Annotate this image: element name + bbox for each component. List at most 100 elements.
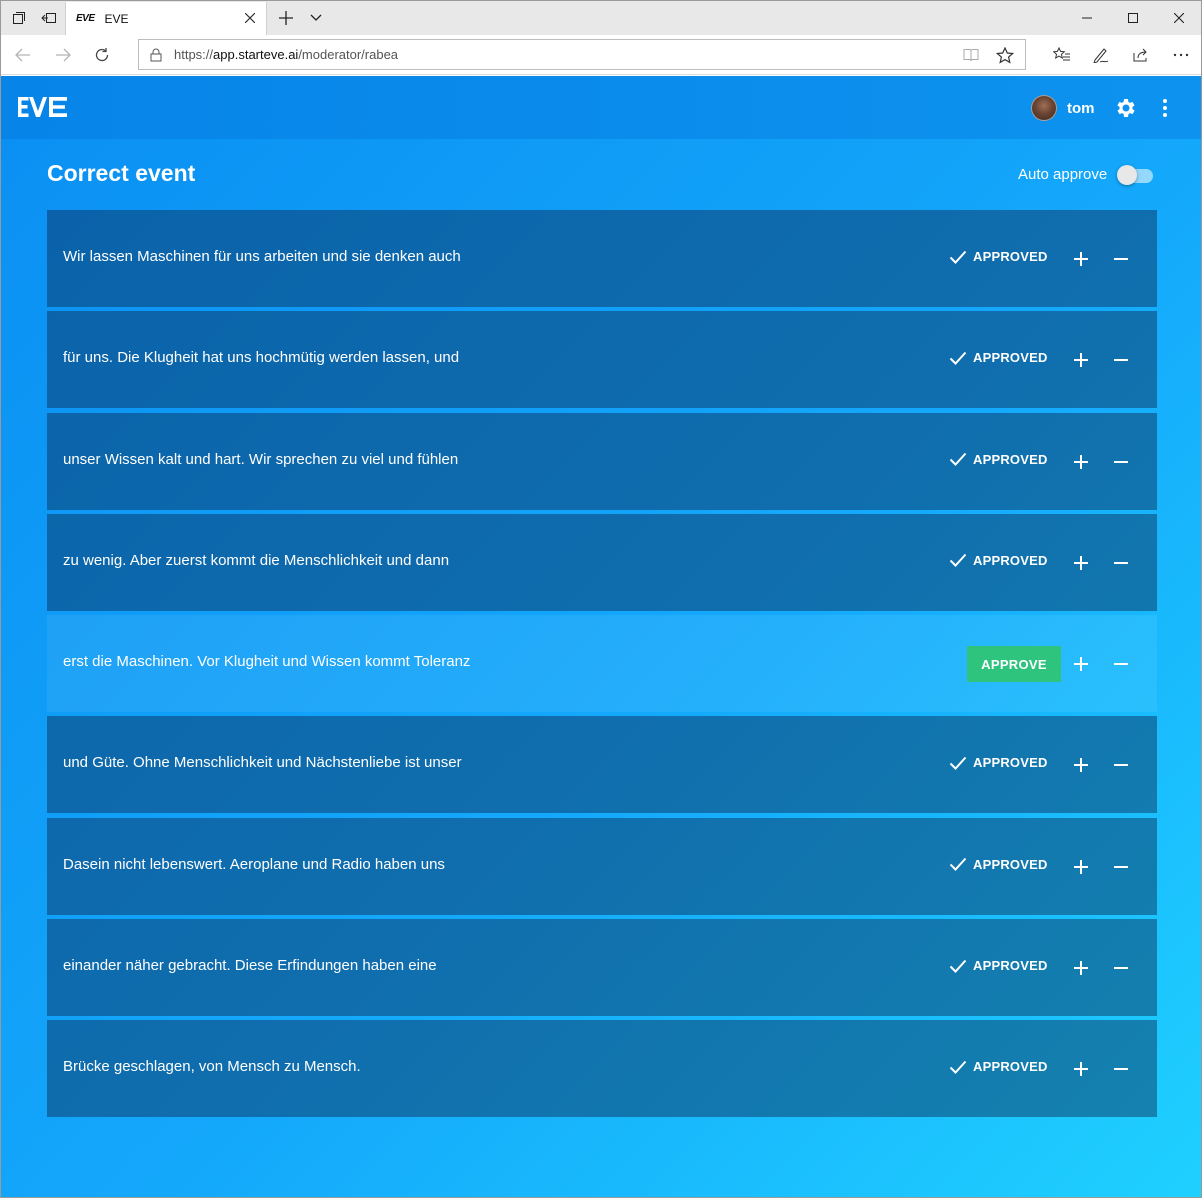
segment-row: zu wenig. Aber zuerst kommt die Menschli… — [47, 513, 1157, 611]
approved-status: APPROVED — [949, 755, 1048, 770]
plus-icon[interactable] — [1073, 251, 1089, 267]
segment-row: erst die Maschinen. Vor Klugheit und Wis… — [47, 615, 1157, 713]
tab-actions-icon[interactable] — [3, 1, 35, 35]
user-name: tom — [1067, 99, 1095, 117]
auto-approve-toggle[interactable] — [1117, 164, 1154, 185]
set-tabs-aside-icon[interactable] — [33, 1, 65, 35]
back-button[interactable] — [7, 39, 39, 71]
check-icon — [949, 250, 967, 264]
approved-status: APPROVED — [949, 857, 1048, 872]
pen-notes-icon[interactable] — [1085, 39, 1117, 71]
segment-row: einander näher gebracht. Diese Erfindung… — [47, 919, 1157, 1017]
segment-row: Wir lassen Maschinen für uns arbeiten un… — [47, 210, 1157, 307]
browser-titlebar: EVE EVE — [1, 1, 1201, 35]
minus-icon[interactable] — [1113, 757, 1129, 773]
segment-text[interactable]: und Güte. Ohne Menschlichkeit und Nächst… — [63, 754, 462, 771]
auto-approve-control: Auto approve — [1018, 164, 1154, 185]
url-text: https://app.starteve.ai/moderator/rabea — [174, 47, 398, 62]
segment-row: unser Wissen kalt und hart. Wir sprechen… — [47, 412, 1157, 510]
minus-icon[interactable] — [1113, 960, 1129, 976]
reading-view-icon[interactable] — [961, 46, 981, 64]
check-icon — [949, 959, 967, 973]
segment-text[interactable]: für uns. Die Klugheit hat uns hochmütig … — [63, 349, 459, 366]
user-menu[interactable]: tom — [1031, 95, 1095, 121]
check-icon — [949, 452, 967, 467]
plus-icon[interactable] — [1073, 1061, 1089, 1077]
share-icon[interactable] — [1125, 39, 1157, 71]
segment-row: für uns. Die Klugheit hat uns hochmütig … — [47, 311, 1157, 409]
minus-icon[interactable] — [1113, 1061, 1129, 1077]
minus-icon[interactable] — [1113, 859, 1129, 875]
tab-favicon: EVE — [76, 13, 95, 24]
segment-row: und Güte. Ohne Menschlichkeit und Nächst… — [47, 716, 1157, 814]
minus-icon[interactable] — [1113, 454, 1129, 470]
plus-icon[interactable] — [1073, 960, 1089, 976]
check-icon — [949, 1060, 967, 1074]
segment-text[interactable]: zu wenig. Aber zuerst kommt die Menschli… — [63, 552, 449, 569]
maximize-window-button[interactable] — [1110, 1, 1156, 35]
minus-icon[interactable] — [1113, 251, 1129, 267]
minimize-window-button[interactable] — [1064, 1, 1110, 35]
plus-icon[interactable] — [1073, 555, 1089, 571]
url-prefix: https:// — [174, 47, 214, 62]
more-options-icon[interactable] — [1165, 39, 1197, 71]
segment-row: Dasein nicht lebenswert. Aeroplane und R… — [47, 817, 1157, 915]
check-icon — [949, 756, 967, 770]
approved-status: APPROVED — [949, 1059, 1048, 1074]
approved-status: APPROVED — [949, 452, 1048, 467]
address-bar[interactable]: https://app.starteve.ai/moderator/rabea — [138, 39, 1026, 70]
avatar — [1031, 95, 1057, 121]
chevron-down-icon[interactable] — [303, 1, 329, 35]
plus-icon[interactable] — [1073, 859, 1089, 875]
new-tab-button[interactable] — [273, 1, 299, 35]
minus-icon[interactable] — [1113, 352, 1129, 368]
lock-icon — [148, 47, 164, 63]
check-icon — [949, 554, 967, 568]
approved-status: APPROVED — [949, 958, 1048, 973]
favorite-star-icon[interactable] — [995, 46, 1015, 64]
approved-label: APPROVED — [973, 755, 1048, 771]
segment-text[interactable]: unser Wissen kalt und hart. Wir sprechen… — [63, 451, 458, 468]
approved-label: APPROVED — [973, 350, 1048, 366]
plus-icon[interactable] — [1073, 352, 1089, 368]
approve-button[interactable]: APPROVE — [967, 646, 1061, 683]
approved-label: APPROVED — [973, 958, 1048, 974]
refresh-button[interactable] — [86, 39, 118, 71]
app-more-icon[interactable] — [1155, 96, 1175, 120]
segment-text[interactable]: einander näher gebracht. Diese Erfindung… — [63, 957, 437, 974]
approved-label: APPROVED — [973, 552, 1048, 568]
eve-logo[interactable] — [17, 94, 71, 120]
app-header: tom — [1, 76, 1201, 139]
forward-button[interactable] — [47, 39, 79, 71]
segment-text[interactable]: Brücke geschlagen, von Mensch zu Mensch. — [63, 1058, 361, 1075]
segment-text[interactable]: Wir lassen Maschinen für uns arbeiten un… — [63, 248, 461, 265]
check-icon — [949, 858, 967, 872]
close-window-button[interactable] — [1156, 1, 1201, 35]
segment-text[interactable]: erst die Maschinen. Vor Klugheit und Wis… — [63, 653, 470, 670]
approved-status: APPROVED — [949, 249, 1048, 264]
approved-status: APPROVED — [949, 553, 1048, 568]
url-host: app.starteve.ai — [213, 47, 299, 62]
plus-icon[interactable] — [1073, 454, 1089, 470]
approved-label: APPROVED — [973, 451, 1048, 467]
approved-label: APPROVED — [973, 1059, 1048, 1075]
gear-icon[interactable] — [1114, 96, 1138, 120]
close-tab-icon[interactable] — [242, 10, 258, 26]
auto-approve-label: Auto approve — [1018, 166, 1108, 183]
minus-icon[interactable] — [1113, 555, 1129, 571]
page-title: Correct event — [47, 160, 196, 186]
approved-status: APPROVED — [949, 350, 1048, 365]
plus-icon[interactable] — [1073, 656, 1089, 672]
segment-row: Brücke geschlagen, von Mensch zu Mensch.… — [47, 1020, 1157, 1118]
approved-label: APPROVED — [973, 856, 1048, 872]
segment-text[interactable]: Dasein nicht lebenswert. Aeroplane und R… — [63, 856, 445, 873]
plus-icon[interactable] — [1073, 757, 1089, 773]
tab-title: EVE — [104, 11, 129, 26]
minus-icon[interactable] — [1113, 656, 1129, 672]
browser-navbar: https://app.starteve.ai/moderator/rabea — [1, 35, 1201, 75]
favorites-hub-icon[interactable] — [1046, 39, 1078, 71]
check-icon — [949, 351, 967, 365]
toggle-knob — [1117, 164, 1138, 185]
browser-tab-eve[interactable]: EVE EVE — [65, 2, 267, 35]
segment-list: Wir lassen Maschinen für uns arbeiten un… — [47, 210, 1157, 1122]
